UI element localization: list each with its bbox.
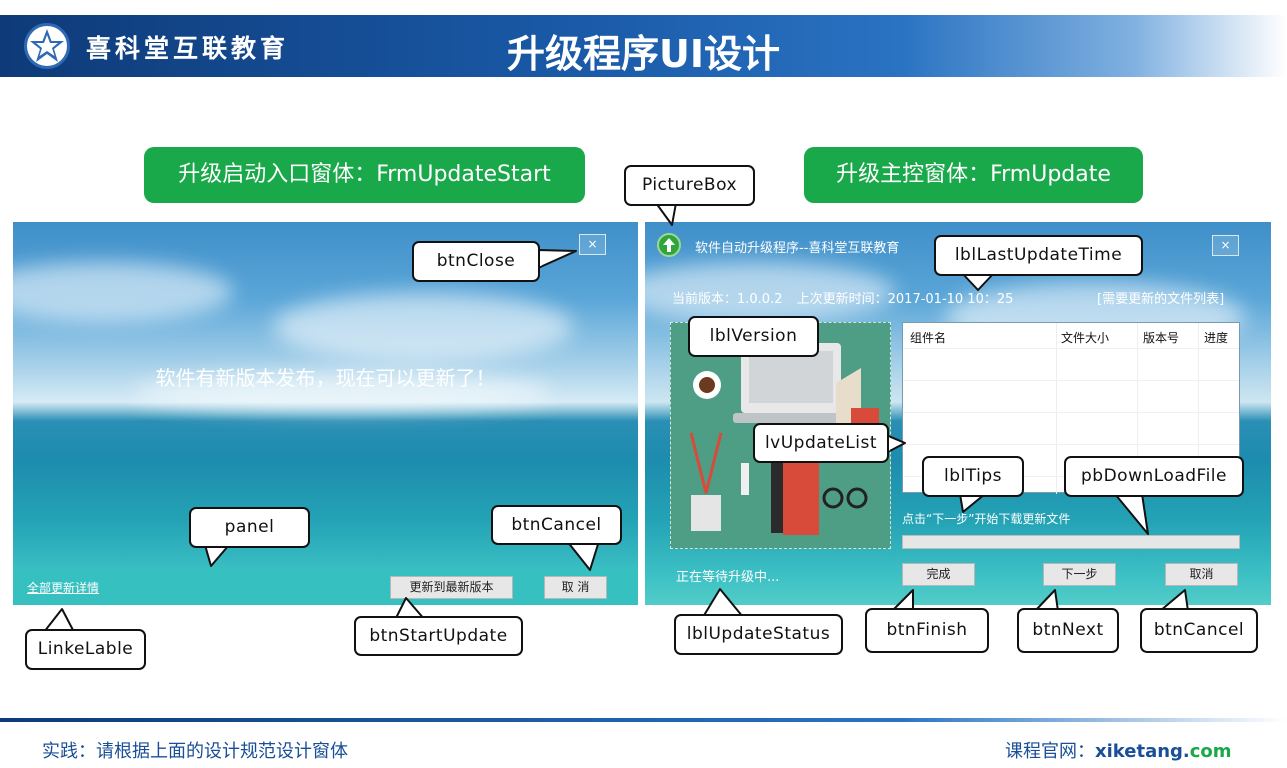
callout-btncancel-start: btnCancel <box>491 505 622 545</box>
course-website: 课程官网：xiketang.com <box>1005 737 1232 763</box>
row-divider <box>903 380 1239 381</box>
update-available-message: 软件有新版本发布，现在可以更新了！ <box>155 366 496 390</box>
close-button[interactable]: × <box>1212 235 1239 256</box>
arrow-up-icon <box>657 233 681 257</box>
bottom-panel: 全部更新详情 更新到最新版本 取 消 <box>13 567 638 605</box>
cancel-button[interactable]: 取 消 <box>544 576 607 599</box>
row-divider <box>903 348 1239 349</box>
callout-panel: panel <box>189 507 310 548</box>
close-button[interactable]: × <box>579 234 606 255</box>
website-label: 课程官网： <box>1005 741 1095 762</box>
column-component-name[interactable]: 组件名 <box>910 329 946 346</box>
page-title: 升级程序UI设计 <box>507 32 780 76</box>
column-progress[interactable]: 进度 <box>1204 329 1228 346</box>
callout-btnclose: btnClose <box>412 241 540 282</box>
callout-btncancel-update: btnCancel <box>1140 608 1258 653</box>
download-progress-bar <box>902 535 1240 549</box>
form-start-heading: 升级启动入口窗体：FrmUpdateStart <box>144 147 585 203</box>
callout-lbltips: lblTips <box>922 456 1024 497</box>
next-button[interactable]: 下一步 <box>1043 563 1116 586</box>
update-main-window: 软件自动升级程序--喜科堂互联教育 × 当前版本：1.0.0.2 上次更新时间：… <box>645 222 1271 605</box>
last-update-label: 上次更新时间：2017-01-10 10：25 <box>796 292 1014 307</box>
callout-lvupdatelist: lvUpdateList <box>753 423 889 463</box>
form-update-heading: 升级主控窗体：FrmUpdate <box>804 147 1143 203</box>
row-divider <box>903 412 1239 413</box>
header-banner: 喜科堂互联教育 升级程序UI设计 <box>0 15 1287 77</box>
website-domain[interactable]: xiketang. <box>1095 741 1190 762</box>
list-header: 组件名 文件大小 版本号 进度 <box>903 323 1239 347</box>
start-update-button[interactable]: 更新到最新版本 <box>390 576 513 599</box>
column-file-size[interactable]: 文件大小 <box>1061 329 1109 346</box>
cloud-decoration <box>13 262 233 322</box>
update-start-window: 软件有新版本发布，现在可以更新了！ × 全部更新详情 更新到最新版本 取 消 <box>13 222 638 605</box>
file-list-link[interactable]: [需要更新的文件列表] <box>1097 288 1224 307</box>
website-tld[interactable]: com <box>1190 741 1232 762</box>
window-title: 软件自动升级程序--喜科堂互联教育 <box>695 241 900 256</box>
footer-divider <box>0 718 1287 722</box>
practice-instruction: 实践：请根据上面的设计规范设计窗体 <box>42 741 348 762</box>
callout-linkelable: LinkeLable <box>25 629 146 670</box>
version-row: 当前版本：1.0.0.2 上次更新时间：2017-01-10 10：25 <box>672 288 1023 307</box>
update-status-label: 正在等待升级中... <box>676 570 780 585</box>
cancel-button[interactable]: 取消 <box>1165 563 1238 586</box>
version-label: 当前版本：1.0.0.2 <box>672 292 783 307</box>
callout-lblversion: lblVersion <box>688 316 819 357</box>
row-divider <box>903 444 1239 445</box>
column-version[interactable]: 版本号 <box>1143 329 1179 346</box>
callout-lblupdatestatus: lblUpdateStatus <box>674 614 843 655</box>
callout-picturebox: PictureBox <box>624 165 755 206</box>
details-link[interactable]: 全部更新详情 <box>27 579 99 596</box>
callout-btnfinish: btnFinish <box>865 608 989 653</box>
finish-button[interactable]: 完成 <box>902 563 975 586</box>
callout-btnnext: btnNext <box>1017 608 1119 653</box>
callout-pbdownloadfile: pbDownLoadFile <box>1064 456 1244 497</box>
callout-lbllastupdatetime: lblLastUpdateTime <box>934 235 1143 276</box>
cloud-decoration <box>273 292 573 362</box>
callout-btnstartupdate: btnStartUpdate <box>354 616 523 656</box>
tips-label: 点击“下一步”开始下载更新文件 <box>902 512 1071 526</box>
